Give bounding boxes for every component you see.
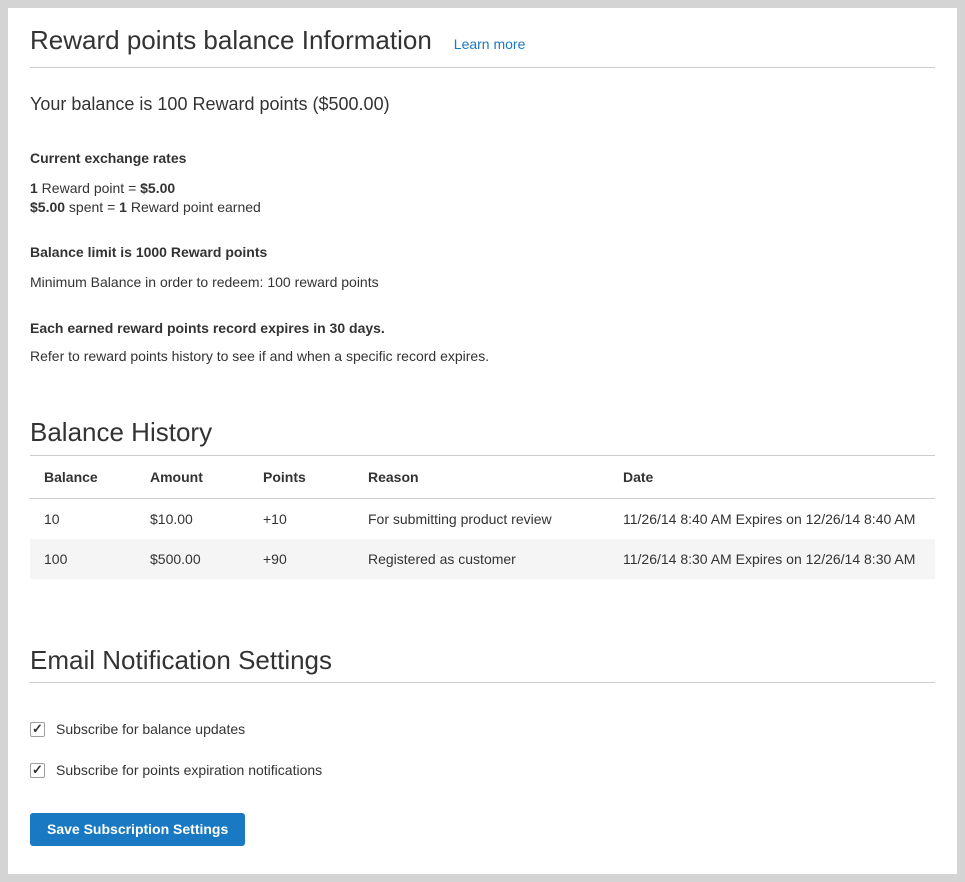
- earn-amount-value: $5.00: [30, 199, 65, 215]
- rate-mid-text: Reward point =: [38, 180, 140, 196]
- balance-summary: Your balance is 100 Reward points ($500.…: [30, 94, 935, 115]
- points-expiration-label[interactable]: Subscribe for points expiration notifica…: [56, 762, 322, 778]
- cell-date: 11/26/14 8:30 AM Expires on 12/26/14 8:3…: [609, 539, 935, 579]
- balance-limit-note: Balance limit is 1000 Reward points: [30, 244, 935, 260]
- cell-amount: $500.00: [136, 539, 249, 579]
- cell-amount: $10.00: [136, 499, 249, 540]
- page-title: Reward points balance Information: [30, 25, 432, 56]
- cell-balance: 10: [30, 499, 136, 540]
- cell-reason: For submitting product review: [354, 499, 609, 540]
- column-header-balance: Balance: [30, 456, 136, 499]
- earn-mid-text: spent =: [65, 199, 119, 215]
- column-header-date: Date: [609, 456, 935, 499]
- balance-updates-label[interactable]: Subscribe for balance updates: [56, 721, 245, 737]
- balance-history-table: Balance Amount Points Reason Date 10 $10…: [30, 456, 935, 579]
- rate-to-currency-line: 1 Reward point = $5.00: [30, 179, 935, 198]
- earn-rate-line: $5.00 spent = 1 Reward point earned: [30, 198, 935, 217]
- expiration-note: Refer to reward points history to see if…: [30, 348, 935, 364]
- save-subscription-button[interactable]: Save Subscription Settings: [30, 813, 245, 846]
- column-header-amount: Amount: [136, 456, 249, 499]
- earn-tail-text: Reward point earned: [127, 199, 261, 215]
- column-header-reason: Reason: [354, 456, 609, 499]
- cell-reason: Registered as customer: [354, 539, 609, 579]
- learn-more-link[interactable]: Learn more: [454, 36, 526, 52]
- exchange-rates-heading: Current exchange rates: [30, 150, 935, 166]
- expiration-rule: Each earned reward points record expires…: [30, 320, 935, 336]
- min-balance-note: Minimum Balance in order to redeem: 100 …: [30, 274, 935, 290]
- table-row: 100 $500.00 +90 Registered as customer 1…: [30, 539, 935, 579]
- balance-history-heading: Balance History: [30, 417, 935, 456]
- balance-updates-option: Subscribe for balance updates: [30, 721, 935, 737]
- cell-points: +90: [249, 539, 354, 579]
- earn-points-value: 1: [119, 199, 127, 215]
- table-row: 10 $10.00 +10 For submitting product rev…: [30, 499, 935, 540]
- rate-amount-value: $5.00: [140, 180, 175, 196]
- table-header-row: Balance Amount Points Reason Date: [30, 456, 935, 499]
- rate-points-value: 1: [30, 180, 38, 196]
- column-header-points: Points: [249, 456, 354, 499]
- points-expiration-option: Subscribe for points expiration notifica…: [30, 762, 935, 778]
- panel-header: Reward points balance Information Learn …: [30, 25, 935, 68]
- points-expiration-checkbox[interactable]: [30, 763, 45, 778]
- cell-balance: 100: [30, 539, 136, 579]
- cell-points: +10: [249, 499, 354, 540]
- exchange-rates: 1 Reward point = $5.00 $5.00 spent = 1 R…: [30, 179, 935, 217]
- cell-date: 11/26/14 8:40 AM Expires on 12/26/14 8:4…: [609, 499, 935, 540]
- balance-updates-checkbox[interactable]: [30, 722, 45, 737]
- page-background: Reward points balance Information Learn …: [0, 0, 965, 882]
- email-settings-heading: Email Notification Settings: [30, 645, 935, 683]
- reward-points-panel: Reward points balance Information Learn …: [8, 8, 957, 874]
